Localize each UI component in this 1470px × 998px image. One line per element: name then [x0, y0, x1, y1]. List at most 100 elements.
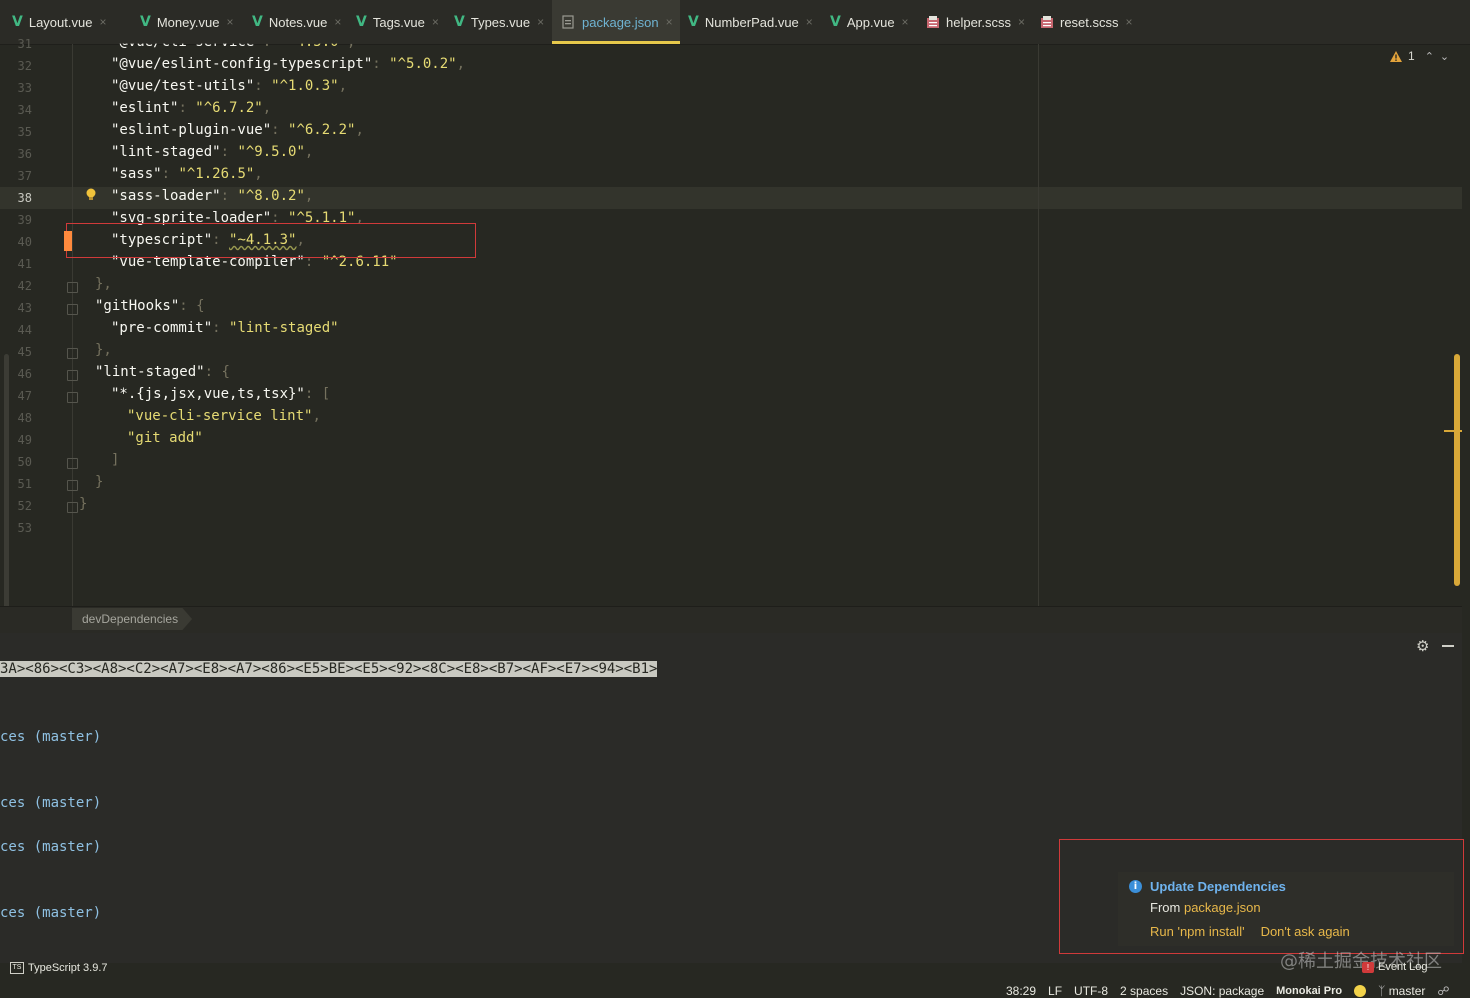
gutter-divider	[72, 44, 73, 606]
notification-title: Update Dependencies	[1150, 879, 1286, 894]
chevron-down-icon[interactable]: ⌄	[1440, 50, 1449, 63]
close-icon[interactable]: ×	[99, 15, 106, 29]
tab-label: NumberPad.vue	[704, 14, 799, 30]
git-branch[interactable]: ᛉ master	[1378, 984, 1425, 998]
event-log-button[interactable]: ! Event Log	[1362, 961, 1428, 973]
code-line: "*.{js,jsx,vue,ts,tsx}": [	[111, 386, 331, 402]
line-number: 34	[17, 103, 32, 117]
run-npm-install-link[interactable]: Run 'npm install'	[1150, 924, 1245, 939]
vue-file-icon: V	[830, 14, 841, 30]
line-number: 32	[17, 59, 32, 73]
caret-position[interactable]: 38:29	[1006, 984, 1036, 998]
editor-scrollbar-thumb[interactable]	[1454, 354, 1460, 586]
typescript-icon: TS	[10, 962, 24, 974]
fold-toggle-icon[interactable]	[67, 502, 78, 513]
code-line: "lint-staged": {	[95, 364, 230, 380]
scss-file-icon	[926, 15, 940, 29]
tab-helper-scss[interactable]: helper.scss ×	[924, 0, 1028, 44]
chevron-up-icon[interactable]: ⌃	[1425, 50, 1434, 63]
code-line: "gitHooks": {	[95, 298, 205, 314]
tab-label: Notes.vue	[268, 14, 328, 30]
close-icon[interactable]: ×	[334, 15, 341, 29]
close-icon[interactable]: ×	[432, 15, 439, 29]
code-line: ]	[111, 452, 120, 468]
minimize-icon[interactable]	[1442, 645, 1454, 647]
tab-money-vue[interactable]: V Money.vue ×	[138, 0, 238, 44]
status-indicator-icon[interactable]	[1354, 984, 1367, 997]
lock-icon[interactable]: ☍	[1437, 984, 1449, 998]
notification-file-link[interactable]: package.json	[1184, 900, 1261, 915]
vue-file-icon: V	[356, 14, 367, 30]
breadcrumb-bar	[0, 606, 1462, 634]
vue-file-icon: V	[12, 14, 23, 30]
close-icon[interactable]: ×	[902, 15, 909, 29]
fold-toggle-icon[interactable]	[67, 304, 78, 315]
close-icon[interactable]: ×	[1018, 15, 1025, 29]
line-number: 44	[17, 323, 32, 337]
theme-name[interactable]: Monokai Pro	[1276, 985, 1342, 997]
tab-label: App.vue	[846, 14, 895, 30]
line-number: 38	[17, 191, 32, 205]
inspection-widget[interactable]: 1 ⌃ ⌄	[1390, 47, 1449, 65]
terminal-selected-line: 3A><86><C3><A8><C2><A7><E8><A7><86><E5>B…	[0, 661, 658, 677]
close-icon[interactable]: ×	[537, 15, 544, 29]
line-separator[interactable]: LF	[1048, 984, 1062, 998]
typescript-version-widget[interactable]: TS TypeScript 3.9.7	[10, 962, 108, 974]
tab-tags-vue[interactable]: V Tags.vue ×	[354, 0, 440, 44]
terminal-selection: 3A><86><C3><A8><C2><A7><E8><A7><86><E5>B…	[0, 661, 658, 677]
tab-types-vue[interactable]: V Types.vue ×	[452, 0, 544, 44]
vue-file-icon: V	[688, 14, 699, 30]
left-scroll-track	[4, 354, 9, 629]
code-line: },	[95, 276, 112, 292]
tab-label: package.json	[582, 14, 659, 30]
gear-icon[interactable]: ⚙	[1416, 637, 1429, 655]
fold-toggle-icon[interactable]	[67, 370, 78, 381]
fold-toggle-icon[interactable]	[67, 458, 78, 469]
notification-actions: Run 'npm install' Don't ask again	[1150, 924, 1350, 939]
terminal-prompt-line: ces (master)	[0, 839, 102, 855]
line-number: 43	[17, 301, 32, 315]
vue-file-icon: V	[454, 14, 465, 30]
scrollbar-marker[interactable]	[1444, 430, 1462, 432]
code-line: "@vue/test-utils": "^1.0.3",	[111, 78, 348, 94]
tab-app-vue[interactable]: V App.vue ×	[828, 0, 912, 44]
close-icon[interactable]: ×	[806, 15, 813, 29]
status-bar-right: 38:29 LF UTF-8 2 spaces JSON: package Mo…	[1006, 984, 1450, 998]
fold-toggle-icon[interactable]	[67, 348, 78, 359]
tab-label: Types.vue	[470, 14, 531, 30]
code-line: "pre-commit": "lint-staged"	[111, 320, 339, 336]
tab-reset-scss[interactable]: reset.scss ×	[1038, 0, 1138, 44]
lightbulb-icon[interactable]	[86, 188, 96, 202]
modified-line-marker[interactable]	[64, 231, 72, 251]
close-icon[interactable]: ×	[1126, 15, 1133, 29]
breadcrumb-item-devdependencies[interactable]: devDependencies	[72, 608, 193, 630]
line-number: 40	[17, 235, 32, 249]
close-icon[interactable]: ×	[226, 15, 233, 29]
fold-toggle-icon[interactable]	[67, 480, 78, 491]
right-margin-guide	[1038, 44, 1039, 606]
line-number: 36	[17, 147, 32, 161]
code-line: "vue-cli-service lint",	[127, 408, 321, 424]
tab-numberpad-vue[interactable]: V NumberPad.vue ×	[686, 0, 816, 44]
json-schema[interactable]: JSON: package	[1180, 984, 1264, 998]
tab-label: reset.scss	[1060, 14, 1119, 30]
tab-package-json[interactable]: package.json ×	[552, 0, 680, 44]
tab-label: helper.scss	[946, 14, 1012, 30]
code-line: "@vue/eslint-config-typescript": "^5.0.2…	[111, 56, 466, 72]
notification-body: From package.json	[1150, 900, 1261, 915]
close-icon[interactable]: ×	[666, 15, 673, 29]
terminal-prompt-line: ces (master)	[0, 729, 102, 745]
dont-ask-again-link[interactable]: Don't ask again	[1261, 924, 1350, 939]
indent-setting[interactable]: 2 spaces	[1120, 984, 1168, 998]
line-number: 41	[17, 257, 32, 271]
line-number: 31	[17, 37, 32, 51]
terminal-prompt-line: ces (master)	[0, 795, 102, 811]
fold-toggle-icon[interactable]	[67, 392, 78, 403]
terminal-prompt-line: ces (master)	[0, 905, 102, 921]
code-line: }	[79, 496, 88, 512]
file-encoding[interactable]: UTF-8	[1074, 984, 1108, 998]
fold-toggle-icon[interactable]	[67, 282, 78, 293]
warning-count: 1	[1408, 49, 1415, 63]
tab-notes-vue[interactable]: V Notes.vue ×	[250, 0, 342, 44]
code-line: "eslint": "^6.7.2",	[111, 100, 272, 116]
